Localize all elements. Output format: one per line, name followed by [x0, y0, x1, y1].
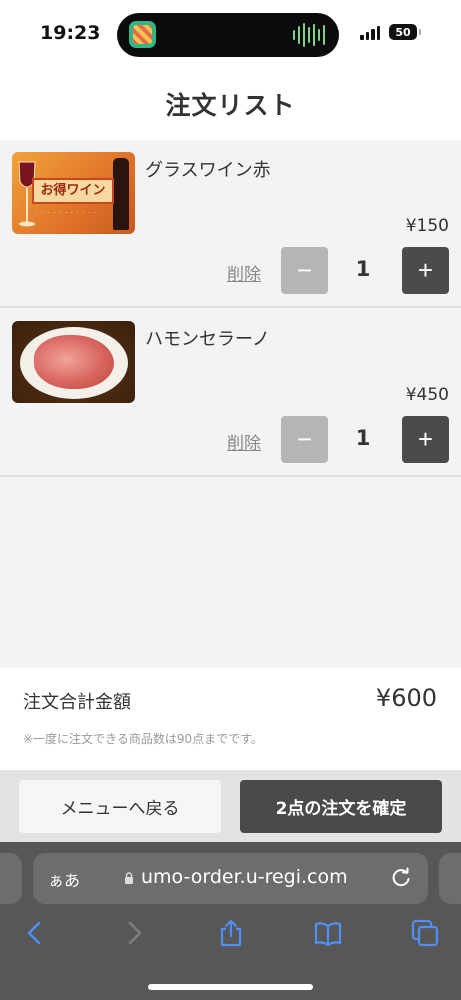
wine-thumbnail: お得ワイン · · · · · · · · · · ·: [12, 152, 135, 234]
quantity-increase-button[interactable]: +: [402, 247, 449, 294]
quantity-decrease-button[interactable]: −: [281, 416, 328, 463]
url-text: umo-order.u-regi.com: [141, 866, 348, 888]
page-title: 注文リスト: [165, 91, 296, 120]
back-to-menu-button[interactable]: メニューへ戻る: [19, 780, 221, 833]
dynamic-island[interactable]: [117, 13, 339, 57]
item-price: ¥150: [405, 216, 449, 236]
delete-link[interactable]: 削除: [227, 260, 261, 285]
item-name: グラスワイン赤: [145, 160, 271, 181]
order-limit-note: ※一度に注文できる商品数は90点までです。: [23, 732, 263, 746]
status-bar: 19:23 50: [0, 0, 461, 70]
confirm-order-button[interactable]: 2点の注文を確定: [240, 780, 442, 833]
forward-arrow-icon[interactable]: [119, 918, 149, 948]
delete-link[interactable]: 削除: [227, 429, 261, 454]
audio-wave-icon: [293, 23, 325, 47]
share-icon[interactable]: [216, 918, 246, 948]
item-price: ¥450: [405, 385, 449, 405]
battery-level: 50: [395, 25, 411, 39]
total-label: 注文合計金額: [23, 692, 131, 713]
reader-settings-button[interactable]: ぁあ: [48, 867, 80, 891]
thumbnail-label: お得ワイン: [32, 178, 114, 204]
back-arrow-icon[interactable]: [20, 918, 50, 948]
tabs-icon[interactable]: [410, 918, 440, 948]
quantity-value: 1: [355, 257, 371, 281]
order-total: 注文合計金額 ¥600 ※一度に注文できる商品数は90点までです。: [0, 668, 461, 770]
ham-slices-shape: [34, 335, 114, 389]
quantity-value: 1: [355, 426, 371, 450]
order-item: お得ワイン · · · · · · · · · · · グラスワイン赤 ¥150…: [0, 140, 461, 308]
next-tab-peek[interactable]: [439, 853, 461, 904]
browser-toolbar: ぁあ umo-order.u-regi.com: [0, 842, 461, 1000]
item-name: ハモンセラーノ: [145, 329, 270, 350]
quantity-decrease-button[interactable]: −: [281, 247, 328, 294]
battery-icon: 50: [389, 24, 421, 40]
thumbnail-decoration: · · · · · · · · · · ·: [36, 210, 98, 217]
page-header: 注文リスト: [0, 70, 461, 140]
app-icon: [129, 21, 156, 48]
clock: 19:23: [40, 22, 101, 44]
action-bar: メニューへ戻る 2点の注文を確定: [0, 770, 461, 842]
signal-icon: [360, 26, 380, 40]
bookmarks-icon[interactable]: [313, 918, 343, 948]
total-value: ¥600: [375, 684, 437, 712]
order-item: ハモンセラーノ ¥450 削除 − 1 +: [0, 309, 461, 477]
quantity-increase-button[interactable]: +: [402, 416, 449, 463]
address-bar[interactable]: ぁあ umo-order.u-regi.com: [33, 853, 428, 904]
order-list: お得ワイン · · · · · · · · · · · グラスワイン赤 ¥150…: [0, 140, 461, 668]
reload-icon[interactable]: [390, 867, 412, 889]
jamon-thumbnail: [12, 321, 135, 403]
wine-bottle-icon: [113, 158, 129, 230]
previous-tab-peek[interactable]: [0, 853, 22, 904]
home-indicator: [148, 984, 313, 990]
lock-icon: [125, 872, 133, 884]
